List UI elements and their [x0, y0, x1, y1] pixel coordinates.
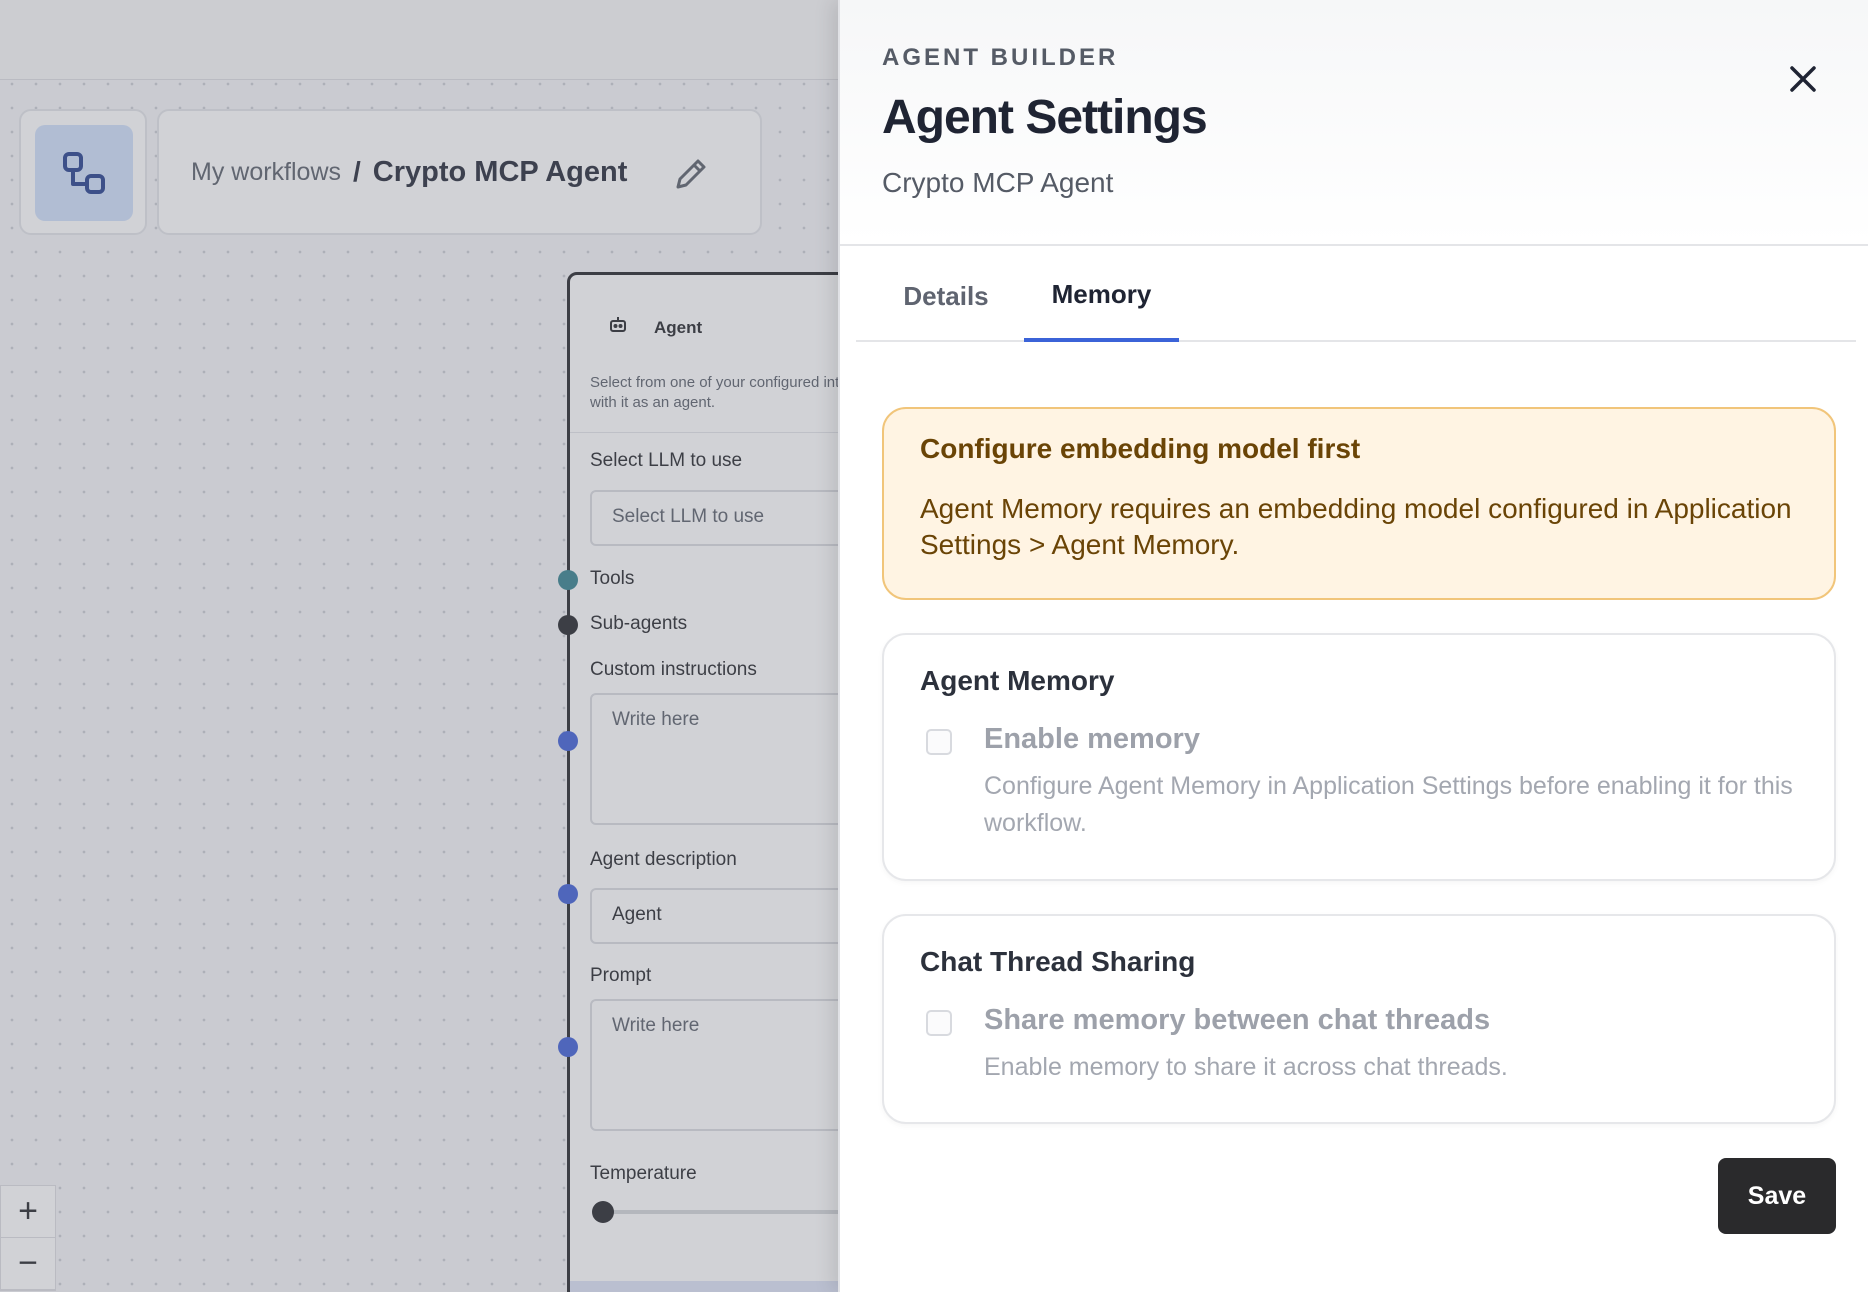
agent-memory-title: Agent Memory	[920, 665, 1115, 696]
enable-memory-checkbox[interactable]	[926, 729, 952, 755]
close-icon[interactable]	[1786, 62, 1820, 96]
embedding-warning-alert: Configure embedding model first Agent Me…	[882, 407, 1836, 600]
save-button[interactable]: Save	[1718, 1158, 1836, 1234]
agent-settings-panel: AGENT BUILDER Agent Settings Crypto MCP …	[838, 0, 1868, 1292]
share-memory-checkbox[interactable]	[926, 1010, 952, 1036]
chat-thread-sharing-title: Chat Thread Sharing	[920, 946, 1196, 977]
panel-title: Agent Settings	[882, 91, 1208, 144]
panel-subtitle: Crypto MCP Agent	[882, 167, 1114, 198]
share-memory-label: Share memory between chat threads	[984, 1004, 1491, 1036]
alert-title: Configure embedding model first	[920, 433, 1361, 464]
share-memory-option: Share memory between chat threads Enable…	[920, 1004, 1798, 1086]
enable-memory-option: Enable memory Configure Agent Memory in …	[920, 723, 1798, 842]
enable-memory-help: Configure Agent Memory in Application Se…	[984, 772, 1793, 837]
alert-body: Agent Memory requires an embedding model…	[920, 493, 1792, 560]
share-memory-help: Enable memory to share it across chat th…	[984, 1053, 1508, 1081]
agent-memory-card: Agent Memory Enable memory Configure Age…	[882, 633, 1836, 881]
chat-thread-sharing-card: Chat Thread Sharing Share memory between…	[882, 914, 1836, 1124]
settings-tabs: Details Memory	[856, 250, 1856, 342]
enable-memory-label: Enable memory	[984, 723, 1200, 755]
tab-memory[interactable]: Memory	[1024, 250, 1179, 342]
modal-backdrop[interactable]	[0, 0, 840, 1292]
panel-eyebrow: AGENT BUILDER	[882, 44, 1119, 71]
tab-details[interactable]: Details	[878, 250, 1014, 342]
workflow-canvas[interactable]: My workflows / Crypto MCP Agent Agent Se…	[0, 0, 840, 1292]
panel-header: AGENT BUILDER Agent Settings Crypto MCP …	[840, 0, 1868, 246]
